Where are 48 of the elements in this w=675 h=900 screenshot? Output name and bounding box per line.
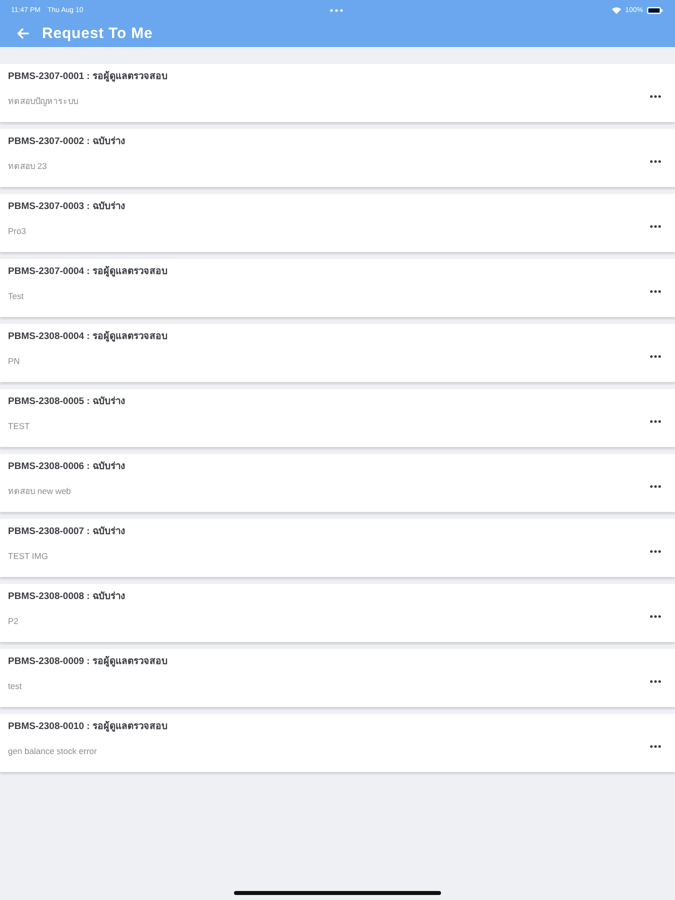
request-title: PBMS-2308-0007 : ฉบับร่าง — [8, 526, 126, 538]
more-icon[interactable] — [650, 355, 661, 358]
request-card[interactable]: PBMS-2307-0001 : รอผู้ดูแลตรวจสอบ ทดสอบปัญหาระบบ — [0, 64, 675, 122]
request-card[interactable]: PBMS-2308-0010 : รอผู้ดูแลตรวจสอบ gen balance stock error — [0, 714, 675, 772]
request-description: P2 — [8, 615, 18, 627]
request-description: Pro3 — [8, 225, 26, 237]
request-card[interactable]: PBMS-2308-0004 : รอผู้ดูแลตรวจสอบ PN — [0, 324, 675, 382]
request-description: Test — [8, 290, 24, 302]
request-title: PBMS-2308-0005 : ฉบับร่าง — [8, 396, 126, 408]
more-icon[interactable] — [650, 745, 661, 748]
request-description: ทดสอบปัญหาระบบ — [8, 95, 78, 107]
request-title: PBMS-2308-0010 : รอผู้ดูแลตรวจสอบ — [8, 721, 168, 733]
request-title: PBMS-2307-0003 : ฉบับร่าง — [8, 201, 126, 213]
request-card[interactable]: PBMS-2307-0004 : รอผู้ดูแลตรวจสอบ Test — [0, 259, 675, 317]
request-description: test — [8, 680, 22, 692]
request-description: ทดสอบ 23 — [8, 160, 47, 172]
request-description: TEST — [8, 420, 30, 432]
request-card[interactable]: PBMS-2307-0002 : ฉบับร่าง ทดสอบ 23 — [0, 129, 675, 187]
more-icon[interactable] — [650, 160, 661, 163]
request-title: PBMS-2307-0002 : ฉบับร่าง — [8, 136, 126, 148]
more-icon[interactable] — [650, 95, 661, 98]
dots-icon — [330, 8, 344, 12]
more-icon[interactable] — [650, 290, 661, 293]
request-title: PBMS-2308-0004 : รอผู้ดูแลตรวจสอบ — [8, 331, 168, 343]
request-description: ทดสอบ new web — [8, 485, 71, 497]
request-title: PBMS-2308-0008 : ฉบับร่าง — [8, 591, 126, 603]
page-title: Request To Me — [42, 25, 153, 42]
request-title: PBMS-2308-0009 : รอผู้ดูแลตรวจสอบ — [8, 656, 168, 668]
battery-icon — [646, 6, 663, 14]
request-title: PBMS-2307-0001 : รอผู้ดูแลตรวจสอบ — [8, 71, 168, 83]
more-icon[interactable] — [650, 615, 661, 618]
more-icon[interactable] — [650, 485, 661, 488]
request-description: gen balance stock error — [8, 745, 97, 757]
request-card[interactable]: PBMS-2307-0003 : ฉบับร่าง Pro3 — [0, 194, 675, 252]
more-icon[interactable] — [650, 550, 661, 553]
more-icon[interactable] — [650, 680, 661, 683]
more-icon[interactable] — [650, 225, 661, 228]
wifi-icon — [612, 6, 622, 14]
request-card[interactable]: PBMS-2308-0006 : ฉบับร่าง ทดสอบ new web — [0, 454, 675, 512]
request-card[interactable]: PBMS-2308-0005 : ฉบับร่าง TEST — [0, 389, 675, 447]
request-title: PBMS-2307-0004 : รอผู้ดูแลตรวจสอบ — [8, 266, 168, 278]
request-card[interactable]: PBMS-2308-0008 : ฉบับร่าง P2 — [0, 584, 675, 642]
request-card[interactable]: PBMS-2308-0009 : รอผู้ดูแลตรวจสอบ test — [0, 649, 675, 707]
request-description: TEST IMG — [8, 550, 48, 562]
more-icon[interactable] — [650, 420, 661, 423]
request-description: PN — [8, 355, 20, 367]
request-card[interactable]: PBMS-2308-0007 : ฉบับร่าง TEST IMG — [0, 519, 675, 577]
request-title: PBMS-2308-0006 : ฉบับร่าง — [8, 461, 126, 473]
